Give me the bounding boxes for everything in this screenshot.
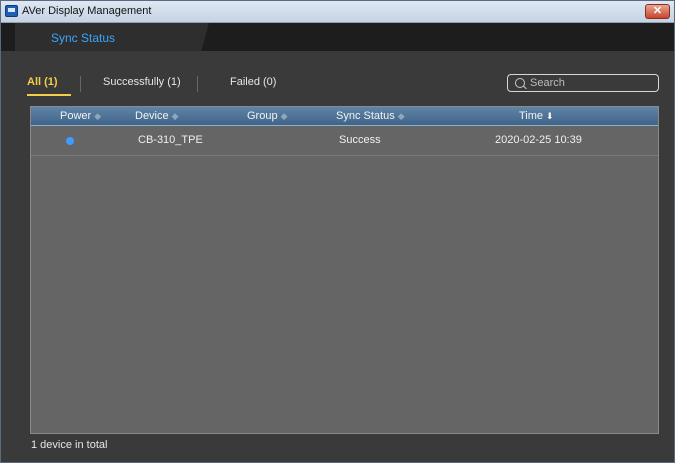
time-cell: 2020-02-25 10:39 xyxy=(495,134,582,146)
window-title: AVer Display Management xyxy=(22,5,152,17)
search-icon xyxy=(515,78,525,88)
sort-icon: ◆ xyxy=(171,111,179,121)
sort-descending-icon: ⬇ xyxy=(546,111,554,121)
tab-sync-status[interactable]: Sync Status xyxy=(15,23,209,51)
table-header: Power ◆ Device ◆ Group ◆ Sync Status ◆ Time ⬇ xyxy=(31,107,658,126)
sync-status-table: Power ◆ Device ◆ Group ◆ Sync Status ◆ Time ⬇… xyxy=(30,106,659,434)
column-header-sync-status[interactable]: Sync Status ◆ xyxy=(336,110,405,122)
filter-active-underline xyxy=(27,94,71,96)
column-header-time[interactable]: Time ⬇ xyxy=(519,110,554,122)
search-input[interactable] xyxy=(530,76,650,90)
filter-failed[interactable]: Failed (0) xyxy=(230,76,276,88)
sort-icon: ◆ xyxy=(94,111,102,121)
filter-successfully[interactable]: Successfully (1) xyxy=(103,76,181,88)
app-logo-icon xyxy=(5,5,18,17)
column-header-device[interactable]: Device ◆ xyxy=(135,110,179,122)
column-header-power[interactable]: Power ◆ xyxy=(60,110,101,122)
column-header-group[interactable]: Group ◆ xyxy=(247,110,288,122)
device-count-label: 1 device in total xyxy=(31,439,108,451)
power-status-icon xyxy=(66,137,74,145)
table-row[interactable]: CB-310_TPE Success 2020-02-25 10:39 xyxy=(31,126,658,156)
filter-all[interactable]: All (1) xyxy=(27,76,58,88)
sync-status-cell: Success xyxy=(339,134,381,146)
tab-label: Sync Status xyxy=(51,31,116,45)
sort-icon: ◆ xyxy=(280,111,288,121)
filter-divider xyxy=(80,76,81,92)
close-button[interactable]: ✕ xyxy=(645,4,670,19)
app-window: AVer Display Management ✕ Sync Status Al… xyxy=(0,0,675,463)
filter-divider xyxy=(197,76,198,92)
title-bar: AVer Display Management ✕ xyxy=(1,1,674,23)
search-box[interactable] xyxy=(507,74,659,92)
device-cell: CB-310_TPE xyxy=(138,134,203,146)
sort-icon: ◆ xyxy=(397,111,405,121)
tab-bar: Sync Status xyxy=(1,23,674,51)
